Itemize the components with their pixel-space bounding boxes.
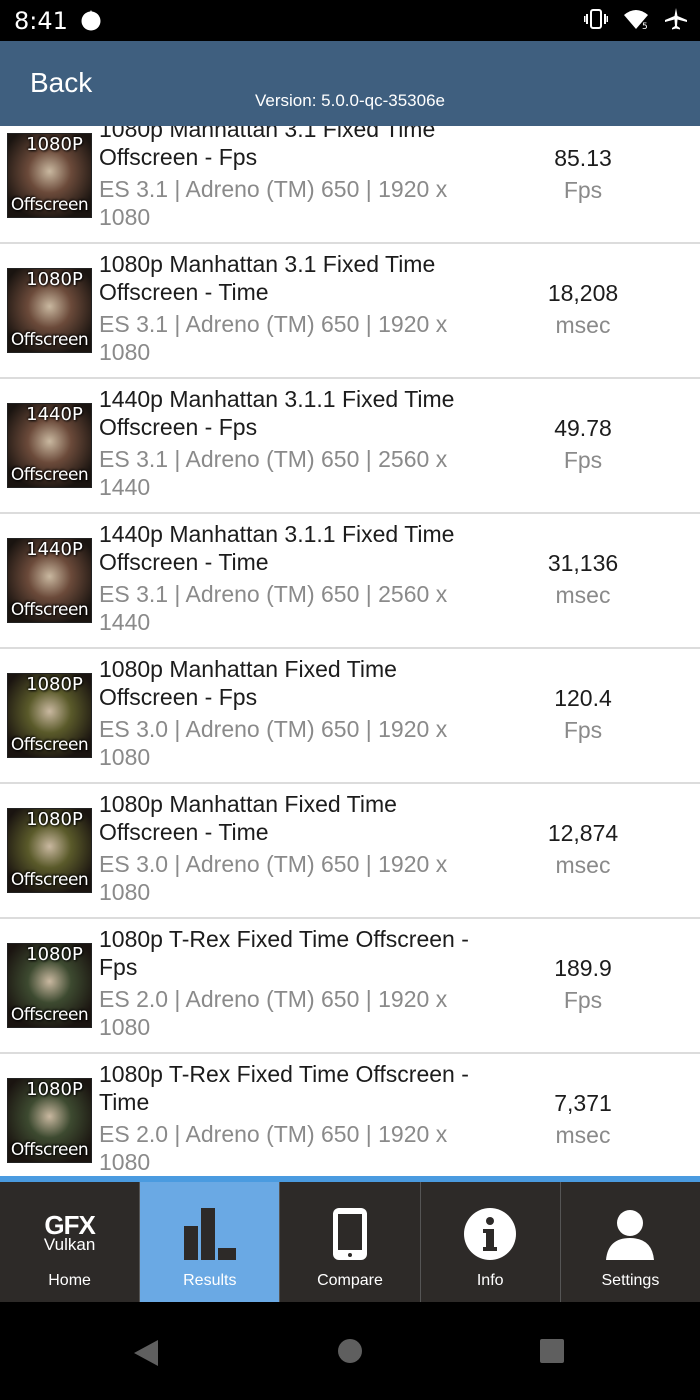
result-value: 7,371 xyxy=(554,1090,612,1116)
bottom-tab-bar: GFX Vulkan Home Results Compare Info Set… xyxy=(0,1176,700,1302)
tab-info[interactable]: Info xyxy=(420,1182,561,1302)
nav-back-icon[interactable] xyxy=(132,1338,160,1368)
result-row[interactable]: 1080P Offscreen 1080p T-Rex Fixed Time O… xyxy=(0,919,700,1054)
result-row[interactable]: 1080P Offscreen 1080p Manhattan Fixed Ti… xyxy=(0,649,700,784)
result-row[interactable]: 1080P Offscreen 1080p Manhattan 3.1 Fixe… xyxy=(0,126,700,244)
thumbnail-mode: Offscreen xyxy=(10,600,89,620)
result-subtitle: ES 3.1 | Adreno (TM) 650 | 1920 x 1080 xyxy=(99,311,448,365)
thumbnail-resolution: 1080P xyxy=(26,134,83,155)
info-icon xyxy=(464,1208,517,1260)
result-row[interactable]: 1440P Offscreen 1440p Manhattan 3.1.1 Fi… xyxy=(0,514,700,649)
thumbnail-mode: Offscreen xyxy=(10,870,89,890)
result-title: 1440p Manhattan 3.1.1 Fixed Time Offscre… xyxy=(99,386,455,440)
result-value: 18,208 xyxy=(547,280,619,306)
tab-home[interactable]: GFX Vulkan Home xyxy=(0,1182,141,1302)
result-subtitle: ES 3.1 | Adreno (TM) 650 | 2560 x 1440 xyxy=(99,581,448,635)
result-title: 1080p Manhattan Fixed Time Offscreen - F… xyxy=(99,656,397,710)
result-unit: msec xyxy=(555,582,611,608)
result-subtitle: ES 3.0 | Adreno (TM) 650 | 1920 x 1080 xyxy=(99,716,448,770)
tab-compare-label: Compare xyxy=(317,1272,383,1289)
result-unit: Fps xyxy=(563,447,603,473)
thumbnail-mode: Offscreen xyxy=(10,195,89,215)
result-value: 31,136 xyxy=(547,550,619,576)
airplane-icon xyxy=(665,8,687,30)
tab-settings[interactable]: Settings xyxy=(560,1182,700,1302)
nav-home-icon[interactable] xyxy=(337,1338,363,1364)
result-value: 49.78 xyxy=(554,415,612,441)
thumbnail-mode: Offscreen xyxy=(10,1140,89,1160)
result-row[interactable]: 1080P Offscreen 1080p Manhattan Fixed Ti… xyxy=(0,784,700,919)
tab-results-label: Results xyxy=(183,1272,237,1289)
result-title: 1080p Manhattan Fixed Time Offscreen - T… xyxy=(99,791,397,845)
user-icon xyxy=(606,1210,655,1260)
result-title: 1080p T-Rex Fixed Time Offscreen - Fps xyxy=(99,926,469,980)
result-subtitle: ES 3.1 | Adreno (TM) 650 | 1920 x 1080 xyxy=(99,176,448,230)
vibrate-icon xyxy=(584,9,608,29)
thumbnail-mode: Offscreen xyxy=(10,735,89,755)
result-subtitle: ES 3.1 | Adreno (TM) 650 | 2560 x 1440 xyxy=(99,446,448,500)
test-thumbnail: 1080P Offscreen xyxy=(7,133,92,218)
results-list-inner: 1080P Offscreen 1080p Manhattan 3.1 Fixe… xyxy=(0,126,700,1176)
nav-recents-icon[interactable] xyxy=(539,1338,565,1364)
result-row[interactable]: 1080P Offscreen 1080p T-Rex Fixed Time O… xyxy=(0,1054,700,1176)
notification-dot-icon xyxy=(81,10,101,31)
version-label: Version: 5.0.0-qc-35306e xyxy=(255,91,445,110)
result-title: 1440p Manhattan 3.1.1 Fixed Time Offscre… xyxy=(99,521,455,575)
test-thumbnail: 1080P Offscreen xyxy=(7,268,92,353)
tab-settings-label: Settings xyxy=(601,1272,660,1289)
result-title: 1080p T-Rex Fixed Time Offscreen - Time xyxy=(99,1061,469,1115)
test-thumbnail: 1440P Offscreen xyxy=(7,538,92,623)
thumbnail-mode: Offscreen xyxy=(10,1005,89,1025)
svg-text:5: 5 xyxy=(642,22,648,30)
result-row[interactable]: 1080P Offscreen 1080p Manhattan 3.1 Fixe… xyxy=(0,244,700,379)
test-thumbnail: 1080P Offscreen xyxy=(7,1078,92,1163)
result-title: 1080p Manhattan 3.1 Fixed Time Offscreen… xyxy=(99,126,436,170)
logo-line2: Vulkan xyxy=(43,1235,96,1254)
result-title: 1080p Manhattan 3.1 Fixed Time Offscreen… xyxy=(99,251,436,305)
test-thumbnail: 1080P Offscreen xyxy=(7,943,92,1028)
thumbnail-mode: Offscreen xyxy=(10,465,89,485)
test-thumbnail: 1080P Offscreen xyxy=(7,808,92,893)
result-unit: Fps xyxy=(563,717,603,743)
thumbnail-mode: Offscreen xyxy=(10,330,89,350)
result-value: 12,874 xyxy=(547,820,619,846)
result-unit: msec xyxy=(555,312,611,338)
thumbnail-resolution: 1080P xyxy=(26,269,83,290)
phone-icon xyxy=(333,1208,367,1260)
result-value: 120.4 xyxy=(554,685,612,711)
tab-results[interactable]: Results xyxy=(140,1182,281,1302)
results-list[interactable]: 1080P Offscreen 1080p Manhattan 3.1 Fixe… xyxy=(0,126,700,1176)
result-unit: msec xyxy=(555,852,611,878)
result-unit: Fps xyxy=(563,177,603,203)
result-unit: msec xyxy=(555,1122,611,1148)
test-thumbnail: 1440P Offscreen xyxy=(7,403,92,488)
result-value: 189.9 xyxy=(554,955,612,981)
test-thumbnail: 1080P Offscreen xyxy=(7,673,92,758)
status-bar: 8:41 5 xyxy=(0,0,700,41)
thumbnail-resolution: 1080P xyxy=(26,809,83,830)
result-subtitle: ES 3.0 | Adreno (TM) 650 | 1920 x 1080 xyxy=(99,851,448,905)
result-row[interactable]: 1440P Offscreen 1440p Manhattan 3.1.1 Fi… xyxy=(0,379,700,514)
result-subtitle: ES 2.0 | Adreno (TM) 650 | 1920 x 1080 xyxy=(99,986,448,1040)
thumbnail-resolution: 1080P xyxy=(26,1079,83,1100)
wifi-icon: 5 xyxy=(624,10,648,30)
thumbnail-resolution: 1080P xyxy=(26,674,83,695)
result-unit: Fps xyxy=(563,987,603,1013)
thumbnail-resolution: 1080P xyxy=(26,944,83,965)
status-icons: 5 xyxy=(584,7,688,31)
bar-chart-icon xyxy=(183,1208,236,1260)
app-header: Back Version: 5.0.0-qc-35306e xyxy=(0,41,700,126)
tab-home-label: Home xyxy=(48,1272,91,1289)
tab-info-label: Info xyxy=(476,1272,504,1289)
result-subtitle: ES 2.0 | Adreno (TM) 650 | 1920 x 1080 xyxy=(99,1121,448,1175)
gfx-vulkan-logo: GFX Vulkan xyxy=(0,1212,139,1253)
result-value: 85.13 xyxy=(554,145,612,171)
thumbnail-resolution: 1440P xyxy=(26,539,83,560)
tab-compare[interactable]: Compare xyxy=(280,1182,421,1302)
status-time: 8:41 xyxy=(14,7,68,35)
thumbnail-resolution: 1440P xyxy=(26,404,83,425)
system-nav-bar xyxy=(0,1302,700,1400)
